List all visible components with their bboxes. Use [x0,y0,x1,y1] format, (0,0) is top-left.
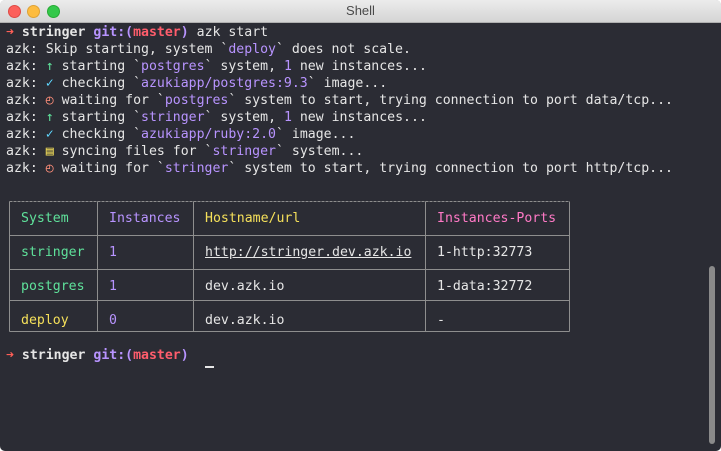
prompt-branch-open: ( [125,348,134,363]
title-bar: Shell [0,0,721,23]
terminal-cursor [205,366,214,368]
table-cell-hostname: dev.azk.io [205,279,285,294]
hostname-link[interactable]: http://stringer.dev.azk.io [205,244,411,261]
prompt-branch-close: ) [180,348,189,363]
prompt-branch: master [133,348,181,363]
table-cell-instances: 0 [109,313,117,328]
table-header-instances: Instances [109,211,181,226]
table-cell-ports: - [437,313,445,328]
terminal-window: Shell ➜ stringer git:(master) azk start … [0,0,721,451]
window-title: Shell [346,3,375,18]
table-cell-instances: 1 [109,279,117,294]
prompt-dir: stringer [21,348,86,363]
prompt-line: ➜ stringer git:(master) [6,347,189,364]
table-cell-system: stringer [21,245,85,260]
table-cell-system: postgres [21,279,85,294]
table-borders [9,201,570,332]
table-cell-ports: 1-data:32772 [437,279,533,294]
prompt-arrow-icon: ➜ [6,348,14,363]
table-cell-hostname: dev.azk.io [205,313,285,328]
table-header-ports: Instances-Ports [437,211,557,226]
table-cell-instances: 1 [109,245,117,260]
table-cell-system: deploy [21,313,69,328]
prompt-git-label: git: [93,348,126,363]
table-header-hostname: Hostname/url [205,211,301,226]
table-cell-ports: 1-http:32773 [437,245,533,260]
terminal-output[interactable]: ➜ stringer git:(master) azk start azk: S… [0,23,721,451]
table-header-system: System [21,211,69,226]
scrollbar-thumb[interactable] [709,266,715,444]
